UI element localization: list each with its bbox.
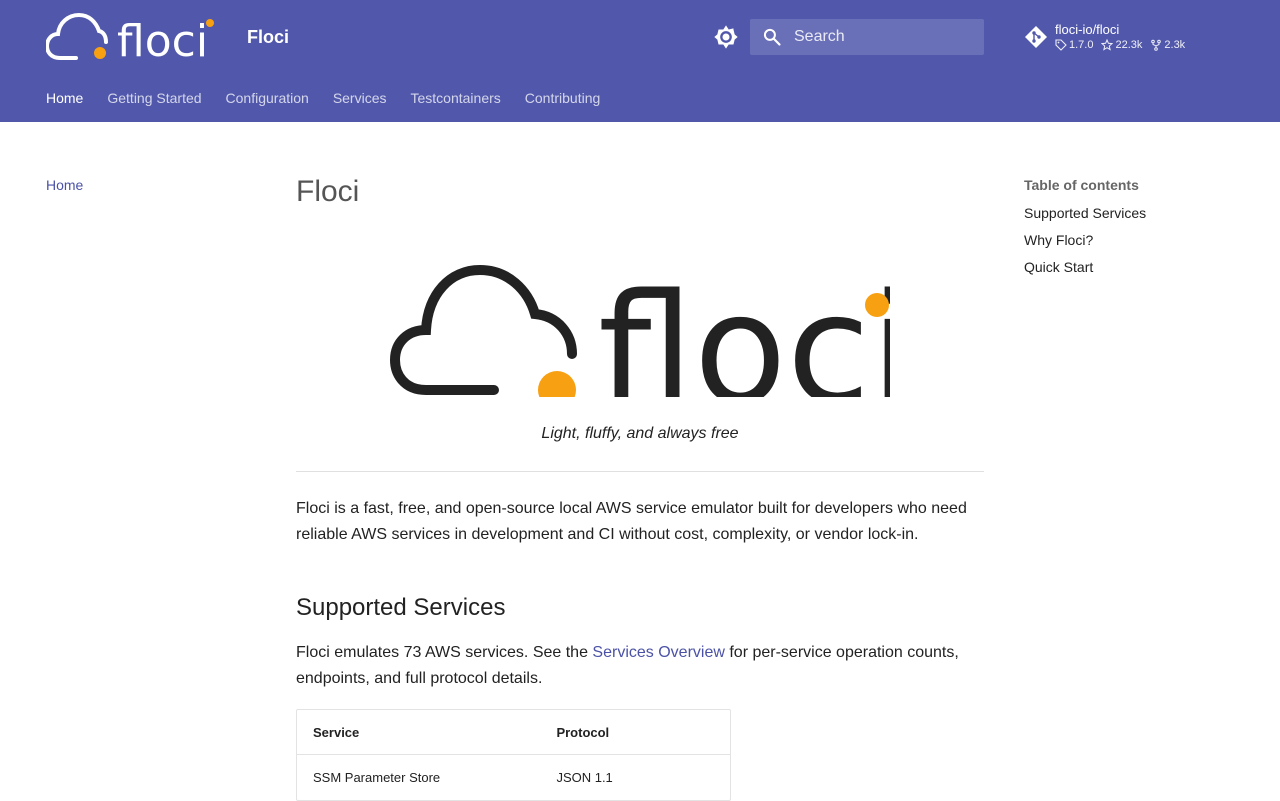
tab-services[interactable]: Services [333, 90, 387, 106]
table-cell-service: SSM Parameter Store [313, 770, 441, 785]
table-cell-protocol: JSON 1.1 [556, 770, 613, 785]
tab-testcontainers[interactable]: Testcontainers [411, 90, 501, 106]
services-text-pre: Floci emulates 73 AWS services. See the [296, 644, 593, 661]
repo-version: 1.7.0 [1055, 39, 1093, 51]
repo-link[interactable]: floci-io/floci 1.7.0 22.3k 2.3k [1024, 21, 1224, 57]
tag-icon [1055, 39, 1067, 51]
intro-paragraph: Floci is a fast, free, and open-source l… [296, 500, 967, 543]
toc-item-quick-start[interactable]: Quick Start [1024, 259, 1244, 276]
page-title: Floci [296, 175, 360, 208]
services-table: Service Protocol SSM Parameter Store JSO… [296, 709, 731, 801]
services-overview-link[interactable]: Services Overview [592, 644, 724, 661]
services-paragraph: Floci emulates 73 AWS services. See the … [296, 640, 984, 692]
repo-stars: 22.3k [1101, 39, 1142, 51]
table-row: SSM Parameter Store JSON 1.1 [297, 755, 730, 800]
tagline: Light, fluffy, and always free [296, 425, 984, 472]
tab-home[interactable]: Home [46, 90, 83, 106]
left-nav: Home [46, 177, 83, 193]
top-tabs: Home Getting Started Configuration Servi… [46, 90, 600, 106]
hero-logo: floci [390, 261, 890, 397]
tab-contributing[interactable]: Contributing [525, 90, 601, 106]
star-icon [1101, 39, 1114, 51]
table-of-contents: Table of contents Supported Services Why… [1024, 177, 1244, 286]
svg-text:floci: floci [117, 16, 208, 60]
floci-logo[interactable]: floci [46, 12, 216, 60]
search-box[interactable] [750, 19, 984, 55]
search-icon [763, 28, 781, 46]
git-icon [1025, 26, 1047, 48]
table-header-service: Service [313, 724, 360, 740]
fork-icon [1151, 39, 1162, 51]
table-header-row: Service Protocol [297, 710, 730, 755]
left-nav-item-home[interactable]: Home [46, 177, 83, 193]
search-input[interactable] [794, 19, 978, 55]
toc-title: Table of contents [1024, 177, 1139, 193]
supported-services-heading: Supported Services [296, 594, 506, 621]
tab-getting-started[interactable]: Getting Started [107, 90, 201, 106]
tab-configuration[interactable]: Configuration [226, 90, 309, 106]
main-content: Floci floci Light, fluffy, and always fr… [296, 170, 984, 801]
theme-toggle-icon[interactable] [712, 23, 740, 51]
repo-forks: 2.3k [1150, 39, 1185, 51]
toc-item-supported-services[interactable]: Supported Services [1024, 205, 1244, 222]
table-header-protocol: Protocol [556, 724, 610, 740]
repo-facts: 1.7.0 22.3k 2.3k [1055, 39, 1185, 51]
repo-name: floci-io/floci [1055, 22, 1120, 37]
svg-text:floci: floci [598, 261, 890, 397]
toc-item-why-floci[interactable]: Why Floci? [1024, 232, 1244, 249]
site-title: Floci [247, 27, 290, 47]
site-header: floci Floci floci-io/floci 1.7.0 [0, 0, 1280, 122]
